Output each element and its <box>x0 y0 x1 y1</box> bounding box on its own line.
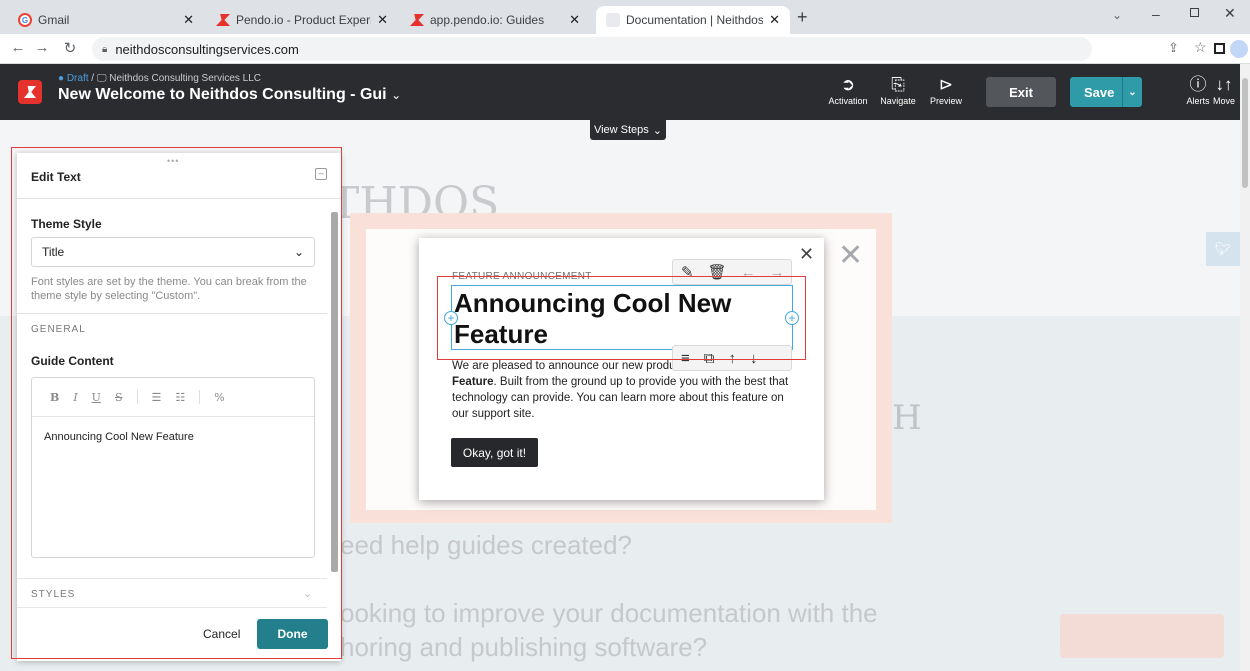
preview-play-icon: ⊳ <box>938 75 954 94</box>
minimize-window-icon[interactable]: – <box>1152 6 1160 22</box>
tab-gmail[interactable]: G Gmail ✕ <box>8 6 204 34</box>
pendo-favicon-icon <box>410 14 424 26</box>
gmail-favicon-icon: G <box>18 13 32 27</box>
activation-button[interactable]: ➲ Activation <box>822 74 874 106</box>
highlight-annotation-box <box>437 276 806 360</box>
tab-pendo-guides[interactable]: app.pendo.io: Guides ✕ <box>400 6 590 34</box>
forward-icon[interactable]: → <box>32 39 52 56</box>
save-button[interactable]: Save ⌄ <box>1070 77 1142 107</box>
move-button[interactable]: ↓↑ Move <box>1204 74 1244 106</box>
page-scrollbar[interactable] <box>1240 64 1250 671</box>
twitter-icon[interactable]: 🐦︎ <box>1206 232 1240 266</box>
preview-button[interactable]: ⊳ Preview <box>920 74 972 106</box>
guide-close-icon[interactable]: ✕ <box>799 244 814 265</box>
share-icon[interactable]: ⇪ <box>1168 40 1179 56</box>
view-steps-button[interactable]: View Steps ⌄ <box>590 120 666 140</box>
bookmark-star-icon[interactable]: ☆ <box>1194 39 1207 56</box>
navigate-button[interactable]: ⎘ Navigate <box>872 74 924 106</box>
panel-highlight-annotation <box>11 147 342 659</box>
bg-text-line-1: eed help guides created? <box>340 530 633 560</box>
guide-name-dropdown[interactable]: New Welcome to Neithdos Consulting - Gui… <box>58 86 401 104</box>
page-favicon-icon <box>606 13 620 27</box>
close-tab-icon[interactable]: ✕ <box>183 12 194 28</box>
tab-search-icon[interactable]: ⌄ <box>1112 8 1122 22</box>
reload-icon[interactable]: ↻ <box>60 39 80 57</box>
back-icon[interactable]: ← <box>8 39 28 56</box>
close-tab-icon[interactable]: ✕ <box>769 12 780 28</box>
move-arrows-icon: ↓↑ <box>1215 75 1233 94</box>
close-window-icon[interactable]: ✕ <box>1224 5 1236 22</box>
monitor-icon: 🖵︎ <box>96 73 107 84</box>
pendo-logo-icon <box>18 80 42 104</box>
tab-documentation[interactable]: Documentation | Neithdos Consu ✕ <box>596 6 790 34</box>
pendo-favicon-icon <box>216 14 230 26</box>
url-text: neithdosconsultingservices.com <box>115 41 299 57</box>
backdrop-close-icon[interactable]: ✕ <box>838 238 863 273</box>
lock-icon: 🔒︎ <box>102 43 108 55</box>
new-tab-button[interactable]: + <box>797 7 808 28</box>
bg-text-line-2: ooking to improve your documentation wit… <box>340 598 878 628</box>
activation-icon: ➲ <box>840 75 856 94</box>
close-tab-icon[interactable]: ✕ <box>569 12 580 28</box>
maximize-window-icon[interactable] <box>1190 8 1199 17</box>
browser-tab-strip: G Gmail ✕ Pendo.io - Product Experience … <box>0 0 1250 34</box>
okay-got-it-button[interactable]: Okay, got it! <box>451 438 538 467</box>
pendo-designer-toolbar: ● Draft / 🖵︎ Neithdos Consulting Service… <box>0 64 1250 120</box>
chevron-down-icon: ⌄ <box>652 124 663 137</box>
close-tab-icon[interactable]: ✕ <box>377 12 388 28</box>
breadcrumb: ● Draft / 🖵︎ Neithdos Consulting Service… <box>58 73 262 84</box>
navigate-icon: ⎘ <box>891 75 905 94</box>
chevron-down-icon: ⌄ <box>391 88 402 102</box>
browser-toolbar: ← → ↻ 🔒︎ neithdosconsultingservices.com … <box>0 34 1250 64</box>
address-bar[interactable]: 🔒︎ neithdosconsultingservices.com <box>92 37 1092 61</box>
profile-avatar-icon[interactable] <box>1230 40 1248 58</box>
save-options-chevron-icon[interactable]: ⌄ <box>1122 77 1142 107</box>
side-panel-icon[interactable] <box>1214 43 1225 54</box>
exit-button[interactable]: Exit <box>986 77 1056 107</box>
help-widget-button[interactable] <box>1060 614 1224 658</box>
bg-text-line-3: horing and publishing software? <box>340 632 708 662</box>
tab-pendo-product[interactable]: Pendo.io - Product Experience an ✕ <box>206 6 398 34</box>
